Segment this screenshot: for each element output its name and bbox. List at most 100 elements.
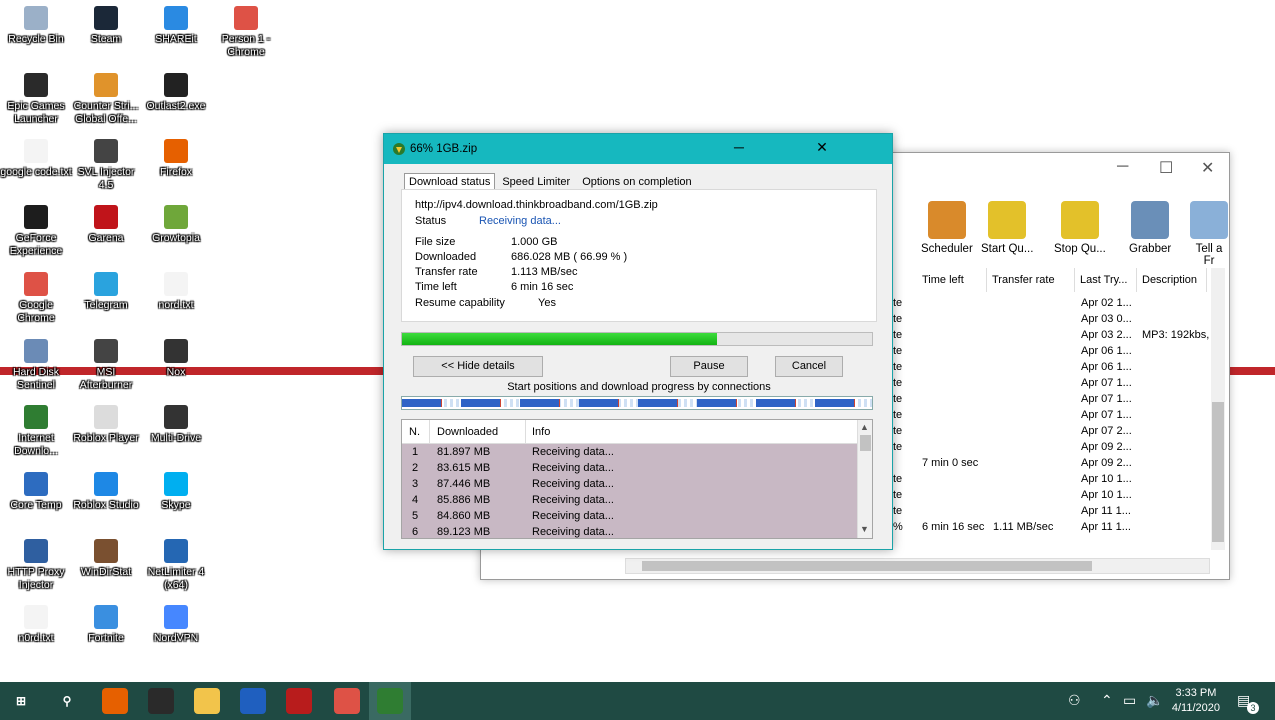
volume-icon[interactable]: 🔈 [1146,692,1163,709]
connection-row[interactable]: 4 85.886 MB Receiving data... [402,492,857,508]
scroll-up-icon[interactable]: ▲ [860,422,869,432]
col-time-left[interactable]: Time left [917,268,987,292]
toolbar-button[interactable]: Stop Qu... [1054,201,1106,255]
garena-icon[interactable] [286,688,312,714]
epic-games-icon[interactable] [148,688,174,714]
file-explorer-icon[interactable] [194,688,220,714]
desktop-icon[interactable]: MSI Afterburner [70,339,142,392]
col-description[interactable]: Description [1137,268,1207,292]
toolbar-button[interactable]: Scheduler [921,201,973,255]
scroll-down-icon[interactable]: ▼ [860,524,869,534]
list-vertical-scrollbar[interactable] [1211,268,1225,550]
desktop-icon[interactable]: Internet Downlo... [0,405,72,458]
desktop-icon[interactable]: SVL Injector 4.5 [70,139,142,192]
recycle-bin-icon [24,6,48,30]
people-icon[interactable]: ⚇ [1068,692,1081,709]
table-cell: Apr 06 1... [1081,345,1132,357]
connection-row[interactable]: 5 84.860 MB Receiving data... [402,508,857,524]
connection-row[interactable]: 1 81.897 MB Receiving data... [402,444,857,460]
desktop-icon[interactable]: Outlast2.exe [140,73,212,113]
connection-row[interactable]: 6 89.123 MB Receiving data... [402,524,857,538]
desktop-icon[interactable]: Core Temp [0,472,72,512]
network-icon[interactable]: ▭ [1123,692,1136,709]
table-cell: Apr 03 2... [1081,329,1132,341]
desktop-icon[interactable]: Recycle Bin [0,6,72,46]
desktop-icon-label: MSI Afterburner [79,366,133,391]
pause-button[interactable]: Pause [670,356,748,377]
tab-options-on-completion[interactable]: Options on completion [577,173,696,190]
col-downloaded[interactable]: Downloaded [437,426,498,438]
desktop-icon-label: Growtopia [152,232,200,244]
minimize-icon[interactable]: ─ [1117,158,1128,176]
desktop-icon[interactable]: Growtopia [140,205,212,245]
col-n[interactable]: N. [409,426,420,438]
connection-info: Receiving data... [532,510,614,522]
idm-icon[interactable] [377,688,403,714]
desktop-icon[interactable]: Nox [140,339,212,379]
firefox-icon [164,139,188,163]
col-last-try[interactable]: Last Try... [1075,268,1137,292]
nox-icon [164,339,188,363]
download-progress-bar [401,332,873,346]
desktop-icon[interactable]: Epic Games Launcher [0,73,72,126]
desktop-icon[interactable]: Firefox [140,139,212,179]
toolbar-button[interactable]: Tell a Fr [1189,201,1229,267]
hide-details-button[interactable]: << Hide details [413,356,543,377]
col-transfer-rate[interactable]: Transfer rate [987,268,1075,292]
desktop-icon[interactable]: n0rd.txt [0,605,72,645]
maximize-icon[interactable]: ☐ [1159,158,1173,178]
start-icon[interactable]: ⊞ [8,688,34,714]
toolbar-button[interactable]: Start Qu... [981,201,1033,255]
toolbar-button[interactable]: Grabber [1129,201,1171,255]
chrome-icon [234,6,258,30]
desktop-icon[interactable]: NordVPN [140,605,212,645]
close-icon[interactable]: ✕ [1201,158,1214,178]
close-icon[interactable]: ✕ [802,139,842,159]
dialog-titlebar[interactable]: 66% 1GB.zip ─ ✕ [384,134,892,164]
connection-downloaded: 81.897 MB [437,446,491,458]
connection-row[interactable]: 3 87.446 MB Receiving data... [402,476,857,492]
desktop-icon[interactable]: HTTP Proxy Injector [0,539,72,592]
chevron-up-icon[interactable]: ⌃ [1101,692,1113,709]
desktop-icon-label: WinDirStat [80,566,132,578]
cancel-button[interactable]: Cancel [775,356,843,377]
desktop-icon[interactable]: Counter Stri... Global Offe... [70,73,142,126]
desktop-icon[interactable]: GeForce Experience [0,205,72,258]
csgo-icon [94,73,118,97]
msi-afterburner-icon [94,339,118,363]
connection-segment [756,399,796,407]
desktop-icon[interactable]: WinDirStat [70,539,142,579]
desktop-icon[interactable]: Garena [70,205,142,245]
desktop-icon[interactable]: Roblox Player [70,405,142,445]
desktop-icon[interactable]: Telegram [70,272,142,312]
clock[interactable]: 3:33 PM 4/11/2020 [1172,686,1220,716]
notification-count-badge: 3 [1247,702,1259,714]
chrome-icon[interactable] [334,688,360,714]
minimize-icon[interactable]: ─ [719,139,759,159]
hdsentinel-icon [24,339,48,363]
tab-download-status[interactable]: Download status [404,173,496,190]
desktop-icon[interactable]: SHAREit [140,6,212,46]
desktop-icon[interactable]: google code.txt [0,139,72,179]
list-horizontal-scrollbar[interactable] [625,558,1210,574]
desktop-icon[interactable]: Steam [70,6,142,46]
desktop-icon[interactable]: nord.txt [140,272,212,312]
tab-speed-limiter[interactable]: Speed Limiter [497,173,575,190]
desktop-icon[interactable]: Roblox Studio [70,472,142,512]
hpi-icon[interactable] [240,688,266,714]
connection-row[interactable]: 2 83.615 MB Receiving data... [402,460,857,476]
toolbar-label: Grabber [1129,243,1172,255]
desktop-icon[interactable]: Person 1 - Chrome [210,6,282,59]
firefox-icon[interactable] [102,688,128,714]
desktop-icon[interactable]: Fortnite [70,605,142,645]
desktop-icon[interactable]: Hard Disk Sentinel [0,339,72,392]
col-info[interactable]: Info [532,426,550,438]
connections-scrollbar[interactable]: ▲ ▼ [857,420,872,538]
desktop-icon[interactable]: Google Chrome [0,272,72,325]
search-icon[interactable]: ⚲ [54,688,80,714]
desktop-icon[interactable]: NetLimiter 4 (x64) [140,539,212,592]
proxy-injector-icon [24,539,48,563]
desktop-icon[interactable]: Skype [140,472,212,512]
toolbar-icon [1131,201,1170,239]
desktop-icon[interactable]: Multi-Drive [140,405,212,445]
